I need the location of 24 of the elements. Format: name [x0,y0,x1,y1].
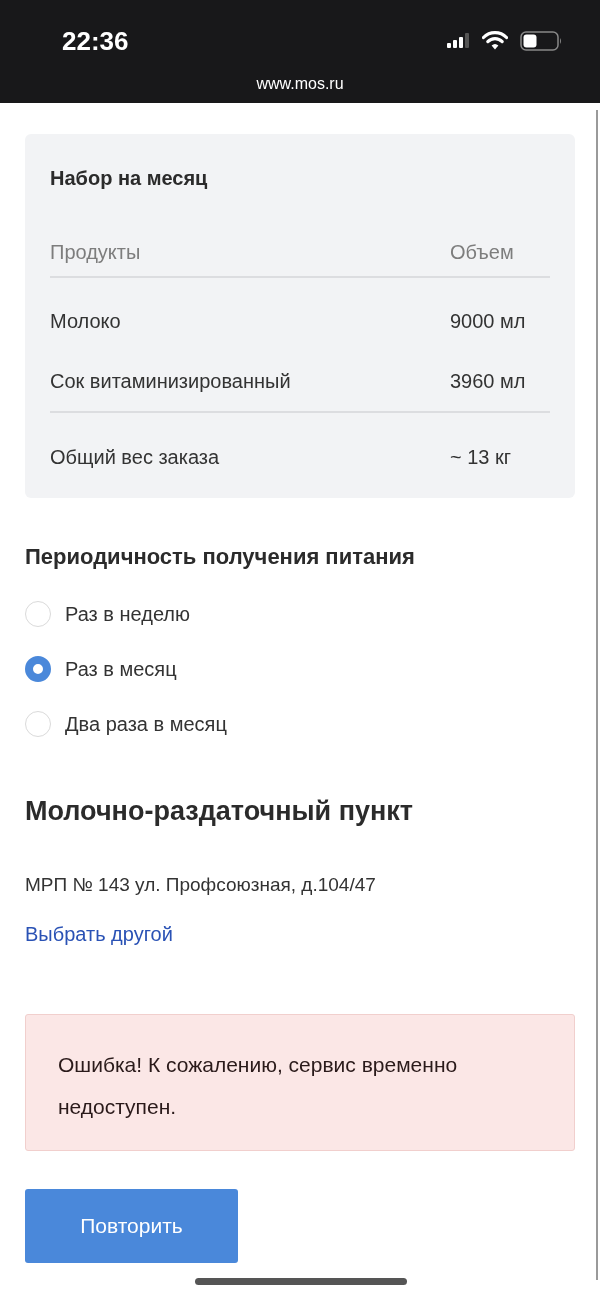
radio-label[interactable]: Раз в неделю [65,601,190,627]
pickup-address: МРП № 143 ул. Профсоюзная, д.104/47 [25,873,376,897]
radio-label[interactable]: Раз в месяц [65,656,177,682]
error-message: Ошибка! К сожалению, сервис временно недоступен. [58,1052,459,1120]
column-header: Продукты [50,240,142,265]
product-name: Сок витаминизированный [50,369,292,394]
section-heading: Периодичность получения питания [25,543,415,571]
radio-label[interactable]: Два раза в месяц [65,711,227,737]
wifi-icon [482,31,508,50]
radio-button[interactable] [25,656,51,682]
product-volume: 3960 мл [450,369,527,394]
change-point-link[interactable]: Выбрать другой [25,921,173,947]
signal-icon [447,33,470,48]
column-header: Объем [450,240,515,265]
card-title: Набор на месяц [50,166,209,191]
total-value: ~ 13 кг [450,445,513,470]
page-url: www.mos.ru [256,74,344,94]
total-label: Общий вес заказа [50,445,221,470]
clock-time: 22:36 [62,24,129,57]
retry-button[interactable]: Повторить [25,1189,238,1263]
battery-icon [520,30,562,51]
section-heading: Молочно-раздаточный пункт [25,795,413,828]
product-volume: 9000 мл [450,309,527,334]
product-name: Молоко [50,309,122,334]
